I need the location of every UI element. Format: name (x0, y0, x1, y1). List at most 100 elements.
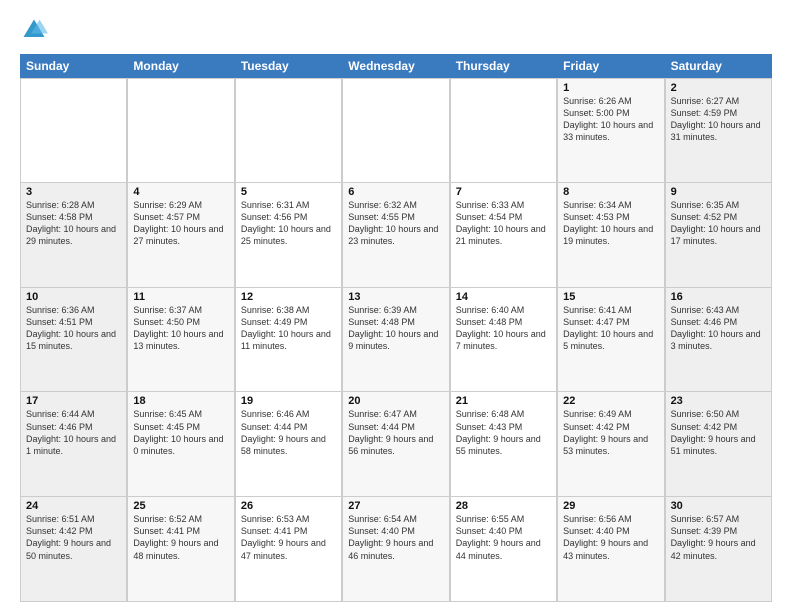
day-info: Sunrise: 6:39 AM Sunset: 4:48 PM Dayligh… (348, 304, 443, 353)
day-number: 24 (26, 500, 121, 512)
day-cell-3: 3Sunrise: 6:28 AM Sunset: 4:58 PM Daylig… (20, 183, 127, 287)
day-cell-29: 29Sunrise: 6:56 AM Sunset: 4:40 PM Dayli… (557, 497, 664, 601)
day-cell-8: 8Sunrise: 6:34 AM Sunset: 4:53 PM Daylig… (557, 183, 664, 287)
day-info: Sunrise: 6:46 AM Sunset: 4:44 PM Dayligh… (241, 408, 336, 457)
calendar-body: 1Sunrise: 6:26 AM Sunset: 5:00 PM Daylig… (20, 78, 772, 602)
day-cell-4: 4Sunrise: 6:29 AM Sunset: 4:57 PM Daylig… (127, 183, 234, 287)
day-info: Sunrise: 6:38 AM Sunset: 4:49 PM Dayligh… (241, 304, 336, 353)
empty-cell (450, 78, 557, 182)
day-number: 1 (563, 82, 658, 94)
day-number: 22 (563, 395, 658, 407)
day-info: Sunrise: 6:34 AM Sunset: 4:53 PM Dayligh… (563, 199, 658, 248)
day-number: 26 (241, 500, 336, 512)
day-info: Sunrise: 6:45 AM Sunset: 4:45 PM Dayligh… (133, 408, 228, 457)
day-info: Sunrise: 6:47 AM Sunset: 4:44 PM Dayligh… (348, 408, 443, 457)
day-number: 17 (26, 395, 121, 407)
calendar-row-1: 3Sunrise: 6:28 AM Sunset: 4:58 PM Daylig… (20, 183, 772, 288)
day-info: Sunrise: 6:27 AM Sunset: 4:59 PM Dayligh… (671, 95, 766, 144)
day-cell-12: 12Sunrise: 6:38 AM Sunset: 4:49 PM Dayli… (235, 288, 342, 392)
day-cell-30: 30Sunrise: 6:57 AM Sunset: 4:39 PM Dayli… (665, 497, 772, 601)
day-number: 16 (671, 291, 766, 303)
day-number: 11 (133, 291, 228, 303)
day-info: Sunrise: 6:32 AM Sunset: 4:55 PM Dayligh… (348, 199, 443, 248)
page: SundayMondayTuesdayWednesdayThursdayFrid… (0, 0, 792, 612)
day-number: 30 (671, 500, 766, 512)
day-cell-10: 10Sunrise: 6:36 AM Sunset: 4:51 PM Dayli… (20, 288, 127, 392)
day-info: Sunrise: 6:49 AM Sunset: 4:42 PM Dayligh… (563, 408, 658, 457)
day-cell-9: 9Sunrise: 6:35 AM Sunset: 4:52 PM Daylig… (665, 183, 772, 287)
weekday-header-tuesday: Tuesday (235, 54, 342, 78)
day-cell-19: 19Sunrise: 6:46 AM Sunset: 4:44 PM Dayli… (235, 392, 342, 496)
day-cell-26: 26Sunrise: 6:53 AM Sunset: 4:41 PM Dayli… (235, 497, 342, 601)
empty-cell (235, 78, 342, 182)
day-cell-6: 6Sunrise: 6:32 AM Sunset: 4:55 PM Daylig… (342, 183, 449, 287)
day-info: Sunrise: 6:26 AM Sunset: 5:00 PM Dayligh… (563, 95, 658, 144)
header (20, 16, 772, 44)
day-cell-20: 20Sunrise: 6:47 AM Sunset: 4:44 PM Dayli… (342, 392, 449, 496)
day-cell-25: 25Sunrise: 6:52 AM Sunset: 4:41 PM Dayli… (127, 497, 234, 601)
calendar-row-4: 24Sunrise: 6:51 AM Sunset: 4:42 PM Dayli… (20, 497, 772, 602)
day-info: Sunrise: 6:33 AM Sunset: 4:54 PM Dayligh… (456, 199, 551, 248)
day-cell-13: 13Sunrise: 6:39 AM Sunset: 4:48 PM Dayli… (342, 288, 449, 392)
day-info: Sunrise: 6:44 AM Sunset: 4:46 PM Dayligh… (26, 408, 121, 457)
day-cell-24: 24Sunrise: 6:51 AM Sunset: 4:42 PM Dayli… (20, 497, 127, 601)
day-number: 21 (456, 395, 551, 407)
day-cell-15: 15Sunrise: 6:41 AM Sunset: 4:47 PM Dayli… (557, 288, 664, 392)
day-number: 13 (348, 291, 443, 303)
day-number: 9 (671, 186, 766, 198)
day-number: 4 (133, 186, 228, 198)
day-cell-14: 14Sunrise: 6:40 AM Sunset: 4:48 PM Dayli… (450, 288, 557, 392)
empty-cell (20, 78, 127, 182)
empty-cell (342, 78, 449, 182)
day-cell-18: 18Sunrise: 6:45 AM Sunset: 4:45 PM Dayli… (127, 392, 234, 496)
day-info: Sunrise: 6:37 AM Sunset: 4:50 PM Dayligh… (133, 304, 228, 353)
day-info: Sunrise: 6:53 AM Sunset: 4:41 PM Dayligh… (241, 513, 336, 562)
day-info: Sunrise: 6:29 AM Sunset: 4:57 PM Dayligh… (133, 199, 228, 248)
calendar-header: SundayMondayTuesdayWednesdayThursdayFrid… (20, 54, 772, 78)
day-number: 23 (671, 395, 766, 407)
day-info: Sunrise: 6:31 AM Sunset: 4:56 PM Dayligh… (241, 199, 336, 248)
day-cell-5: 5Sunrise: 6:31 AM Sunset: 4:56 PM Daylig… (235, 183, 342, 287)
weekday-header-wednesday: Wednesday (342, 54, 449, 78)
day-info: Sunrise: 6:40 AM Sunset: 4:48 PM Dayligh… (456, 304, 551, 353)
day-info: Sunrise: 6:48 AM Sunset: 4:43 PM Dayligh… (456, 408, 551, 457)
weekday-header-saturday: Saturday (665, 54, 772, 78)
calendar-row-3: 17Sunrise: 6:44 AM Sunset: 4:46 PM Dayli… (20, 392, 772, 497)
day-cell-23: 23Sunrise: 6:50 AM Sunset: 4:42 PM Dayli… (665, 392, 772, 496)
day-cell-22: 22Sunrise: 6:49 AM Sunset: 4:42 PM Dayli… (557, 392, 664, 496)
day-number: 5 (241, 186, 336, 198)
day-number: 6 (348, 186, 443, 198)
calendar: SundayMondayTuesdayWednesdayThursdayFrid… (20, 54, 772, 602)
calendar-row-0: 1Sunrise: 6:26 AM Sunset: 5:00 PM Daylig… (20, 78, 772, 183)
day-cell-7: 7Sunrise: 6:33 AM Sunset: 4:54 PM Daylig… (450, 183, 557, 287)
day-info: Sunrise: 6:36 AM Sunset: 4:51 PM Dayligh… (26, 304, 121, 353)
day-number: 8 (563, 186, 658, 198)
day-cell-28: 28Sunrise: 6:55 AM Sunset: 4:40 PM Dayli… (450, 497, 557, 601)
day-cell-16: 16Sunrise: 6:43 AM Sunset: 4:46 PM Dayli… (665, 288, 772, 392)
day-cell-17: 17Sunrise: 6:44 AM Sunset: 4:46 PM Dayli… (20, 392, 127, 496)
day-info: Sunrise: 6:52 AM Sunset: 4:41 PM Dayligh… (133, 513, 228, 562)
logo (20, 16, 52, 44)
day-info: Sunrise: 6:54 AM Sunset: 4:40 PM Dayligh… (348, 513, 443, 562)
day-info: Sunrise: 6:41 AM Sunset: 4:47 PM Dayligh… (563, 304, 658, 353)
day-info: Sunrise: 6:43 AM Sunset: 4:46 PM Dayligh… (671, 304, 766, 353)
day-number: 2 (671, 82, 766, 94)
day-number: 12 (241, 291, 336, 303)
day-number: 18 (133, 395, 228, 407)
day-cell-21: 21Sunrise: 6:48 AM Sunset: 4:43 PM Dayli… (450, 392, 557, 496)
day-cell-11: 11Sunrise: 6:37 AM Sunset: 4:50 PM Dayli… (127, 288, 234, 392)
day-info: Sunrise: 6:51 AM Sunset: 4:42 PM Dayligh… (26, 513, 121, 562)
day-info: Sunrise: 6:28 AM Sunset: 4:58 PM Dayligh… (26, 199, 121, 248)
logo-icon (20, 16, 48, 44)
day-info: Sunrise: 6:57 AM Sunset: 4:39 PM Dayligh… (671, 513, 766, 562)
weekday-header-monday: Monday (127, 54, 234, 78)
day-number: 10 (26, 291, 121, 303)
day-info: Sunrise: 6:50 AM Sunset: 4:42 PM Dayligh… (671, 408, 766, 457)
day-cell-2: 2Sunrise: 6:27 AM Sunset: 4:59 PM Daylig… (665, 78, 772, 182)
day-number: 29 (563, 500, 658, 512)
weekday-header-sunday: Sunday (20, 54, 127, 78)
weekday-header-friday: Friday (557, 54, 664, 78)
weekday-header-thursday: Thursday (450, 54, 557, 78)
day-number: 3 (26, 186, 121, 198)
day-number: 19 (241, 395, 336, 407)
